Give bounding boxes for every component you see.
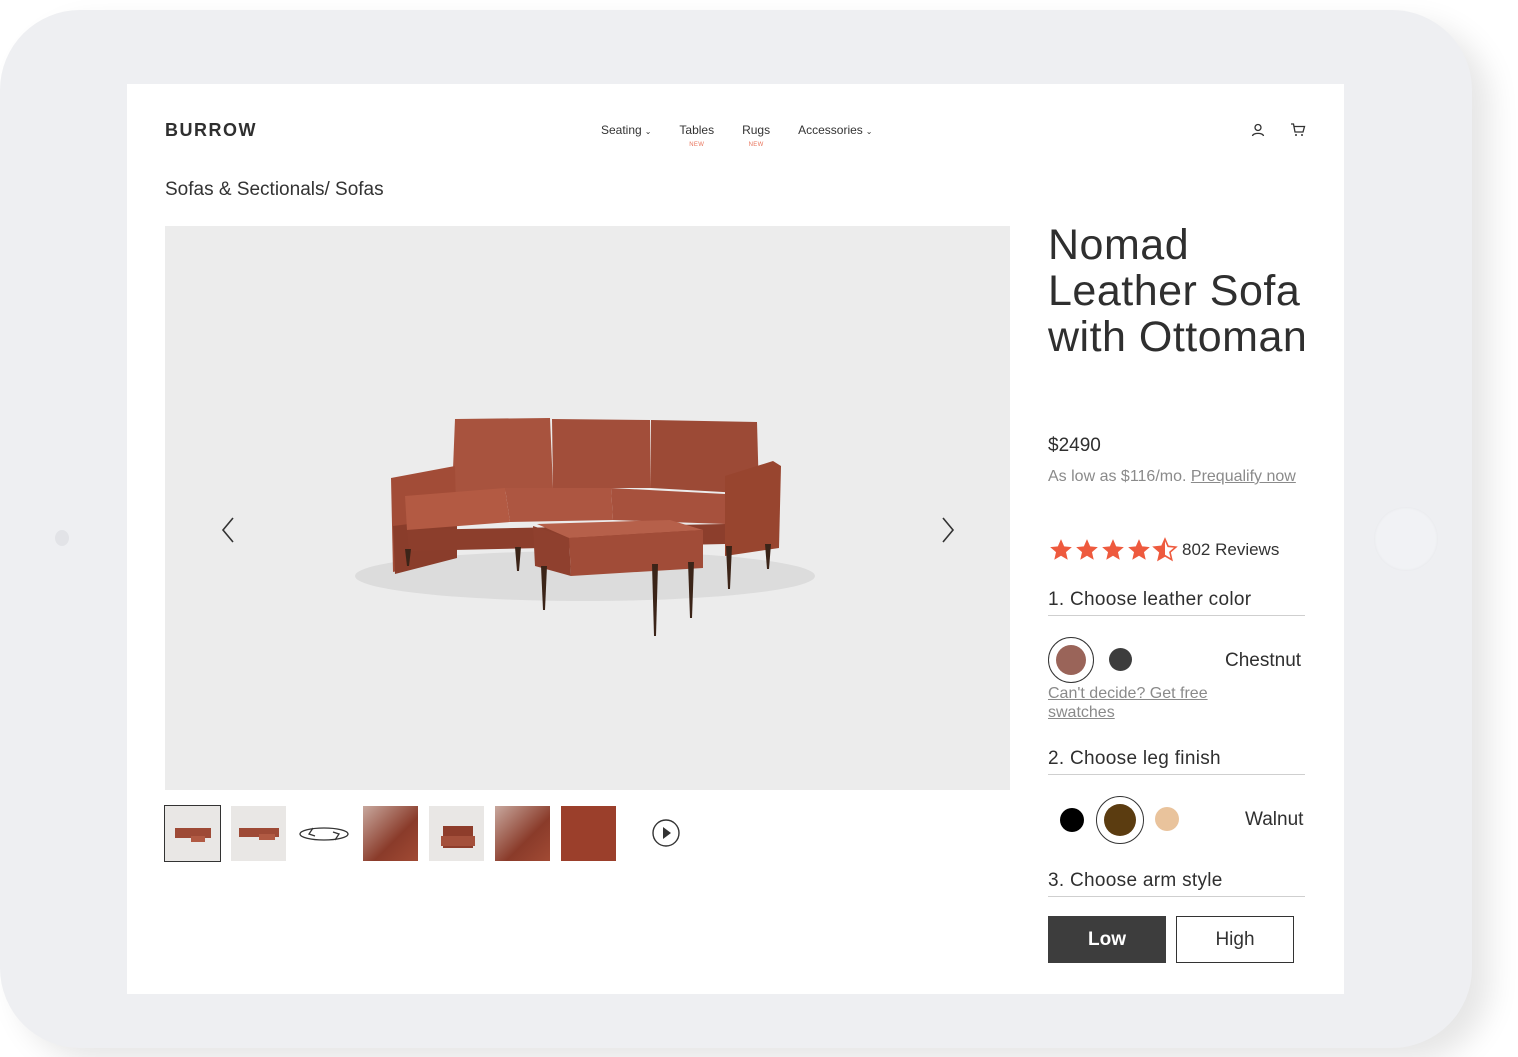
thumbnail[interactable] xyxy=(363,806,418,861)
step-leg-finish: 2. Choose leg finish xyxy=(1048,748,1305,775)
account-icon[interactable] xyxy=(1250,122,1266,138)
review-count[interactable]: 802 Reviews xyxy=(1182,540,1279,560)
product-image xyxy=(165,226,1010,790)
step-arm-style: 3. Choose arm style xyxy=(1048,870,1305,897)
header-icons xyxy=(1250,122,1306,138)
home-button[interactable] xyxy=(1374,507,1438,571)
nav-accessories[interactable]: Accessories ⌄ xyxy=(798,123,872,137)
thumbnail[interactable] xyxy=(495,806,550,861)
nav-label: Accessories xyxy=(798,123,863,137)
nav-seating[interactable]: Seating ⌄ xyxy=(601,123,651,137)
camera xyxy=(55,530,69,546)
chevron-down-icon: ⌄ xyxy=(865,127,873,136)
breadcrumb[interactable]: Sofas & Sectionals/ Sofas xyxy=(165,179,384,201)
star-icon xyxy=(1128,539,1150,560)
main-nav: Seating ⌄ Tables NEW Rugs NEW Accessories… xyxy=(601,123,901,148)
star-icon xyxy=(1050,539,1072,560)
rotate-360-icon[interactable] xyxy=(297,806,352,861)
arm-low-button[interactable]: Low xyxy=(1048,916,1166,963)
thumbnail[interactable] xyxy=(561,806,616,861)
swatch-leg-natural[interactable] xyxy=(1155,807,1179,831)
step-leather-color: 1. Choose leather color xyxy=(1048,589,1305,616)
cart-icon[interactable] xyxy=(1290,122,1306,138)
nav-label: Tables xyxy=(679,123,715,137)
swatch-chestnut[interactable] xyxy=(1048,637,1094,683)
nav-label: Seating xyxy=(601,123,642,137)
tablet-frame: BURROW Seating ⌄ Tables NEW Rugs NEW Acce… xyxy=(0,10,1472,1048)
swatch-leg-black[interactable] xyxy=(1060,808,1084,832)
free-swatches-link[interactable]: Can't decide? Get free swatches xyxy=(1048,684,1248,722)
selected-color-label: Chestnut xyxy=(1225,650,1302,671)
new-badge: NEW xyxy=(748,142,764,148)
nav-label: Rugs xyxy=(742,123,771,137)
screen: BURROW Seating ⌄ Tables NEW Rugs NEW Acce… xyxy=(127,84,1344,994)
star-icon xyxy=(1076,539,1098,560)
thumbnail[interactable] xyxy=(164,805,221,862)
thumbnail-strip xyxy=(164,805,680,862)
arm-high-button[interactable]: High xyxy=(1176,916,1294,963)
swatch-black[interactable] xyxy=(1109,648,1132,671)
product-price: $2490 xyxy=(1048,435,1101,456)
brand-logo[interactable]: BURROW xyxy=(165,120,257,141)
play-icon[interactable] xyxy=(652,819,680,847)
thumbnail[interactable] xyxy=(429,806,484,861)
swatch-leg-walnut[interactable] xyxy=(1096,796,1144,844)
new-badge: NEW xyxy=(689,142,705,148)
nav-rugs[interactable]: Rugs NEW xyxy=(742,123,771,148)
nav-tables[interactable]: Tables NEW xyxy=(679,123,715,148)
prequalify-link[interactable]: Prequalify now xyxy=(1191,468,1296,485)
sofa-illustration xyxy=(355,418,815,636)
rating[interactable]: 802 Reviews xyxy=(1048,537,1279,563)
chevron-right-icon[interactable] xyxy=(935,516,959,544)
star-icon xyxy=(1102,539,1124,560)
chevron-left-icon[interactable] xyxy=(217,516,241,544)
half-star-icon xyxy=(1152,537,1178,562)
chevron-down-icon: ⌄ xyxy=(644,127,652,136)
selected-leg-label: Walnut xyxy=(1245,809,1304,830)
financing-prefix: As low as $116/mo. xyxy=(1048,468,1187,485)
thumbnail[interactable] xyxy=(231,806,286,861)
financing-text: As low as $116/mo. Prequalify now xyxy=(1048,464,1298,489)
product-title: Nomad Leather Sofa with Ottoman xyxy=(1048,221,1308,361)
